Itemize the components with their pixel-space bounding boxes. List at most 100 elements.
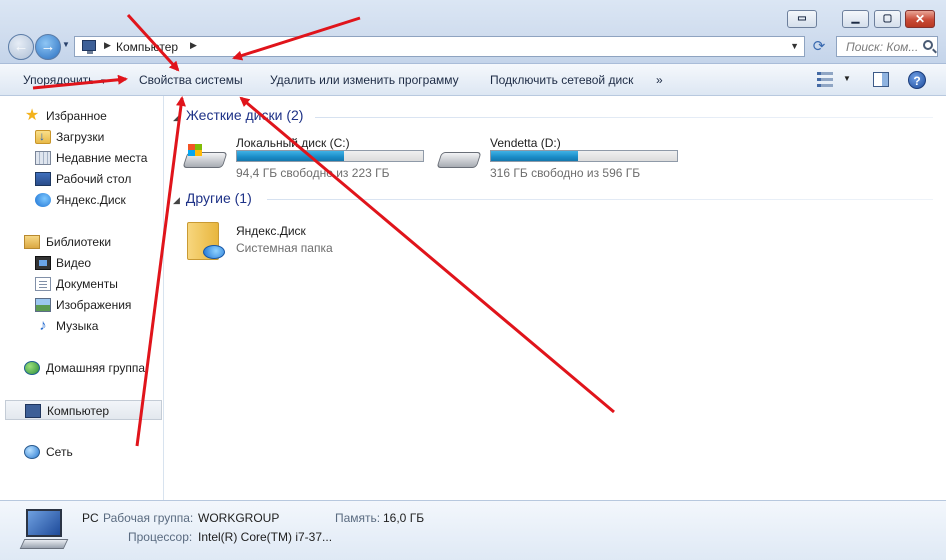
details-pane: PC Рабочая группа: WORKGROUP Память: 16,… bbox=[0, 500, 946, 560]
collapse-triangle-icon[interactable]: ◢ bbox=[173, 112, 180, 122]
breadcrumb-chevron-icon[interactable]: ▶ bbox=[190, 40, 197, 51]
sidebar-item-music[interactable]: ♪ Музыка bbox=[0, 316, 164, 336]
title-and-address-bar: ▭ ▁ ▢ ✕ ← → ▼ ▶ Компьютер ▶ ▼ ⟳ Поиск: К… bbox=[0, 0, 946, 64]
address-dropdown-icon[interactable]: ▼ bbox=[790, 41, 799, 51]
refresh-icon[interactable]: ⟳ bbox=[809, 37, 829, 57]
network-icon bbox=[24, 445, 40, 459]
preview-pane-icon[interactable] bbox=[873, 72, 889, 87]
search-icon[interactable] bbox=[923, 40, 933, 50]
recent-pages-dropdown-icon[interactable]: ▼ bbox=[62, 40, 72, 49]
item-description: Системная папка bbox=[236, 241, 333, 255]
address-bar[interactable]: ▶ Компьютер ▶ ▼ bbox=[74, 36, 805, 57]
system-properties-button[interactable]: Свойства системы bbox=[139, 73, 243, 87]
close-icon: ✕ bbox=[914, 12, 926, 26]
window-extra-button[interactable]: ▭ bbox=[787, 10, 817, 28]
sidebar-item-downloads[interactable]: Загрузки bbox=[0, 127, 164, 147]
maximize-icon: ▢ bbox=[882, 13, 893, 24]
star-icon: ★ bbox=[24, 107, 40, 124]
more-commands-button[interactable]: » bbox=[656, 73, 663, 87]
group-header-other[interactable]: ◢ Другие (1) bbox=[173, 190, 252, 206]
desktop-icon bbox=[35, 172, 51, 186]
search-placeholder: Поиск: Ком... bbox=[846, 40, 919, 54]
drive-free-space: 94,4 ГБ свободно из 223 ГБ bbox=[236, 166, 390, 180]
sidebar-item-libraries[interactable]: Библиотеки bbox=[0, 232, 164, 252]
memory-value: 16,0 ГБ bbox=[383, 511, 425, 525]
breadcrumb-chevron-icon[interactable]: ▶ bbox=[104, 40, 111, 51]
recent-places-icon bbox=[35, 151, 51, 165]
yandex-disk-item[interactable]: Яндекс.Диск Системная папка bbox=[183, 220, 433, 270]
collapse-triangle-icon[interactable]: ◢ bbox=[173, 195, 180, 205]
forward-button[interactable]: → bbox=[35, 34, 61, 60]
sidebar-item-label: Домашняя группа bbox=[46, 361, 146, 375]
drive-name: Vendetta (D:) bbox=[490, 136, 561, 150]
video-icon bbox=[35, 256, 51, 270]
sidebar-item-label: Видео bbox=[56, 256, 92, 270]
sidebar-item-label: Недавние места bbox=[56, 151, 148, 165]
sidebar-item-label: Загрузки bbox=[56, 130, 105, 144]
sidebar-item-documents[interactable]: Документы bbox=[0, 274, 164, 294]
sidebar-item-desktop[interactable]: Рабочий стол bbox=[0, 169, 164, 189]
breadcrumb-computer[interactable]: Компьютер bbox=[116, 40, 178, 54]
downloads-folder-icon bbox=[35, 129, 51, 144]
close-button[interactable]: ✕ bbox=[905, 10, 935, 28]
group-divider bbox=[315, 117, 933, 118]
sidebar-item-video[interactable]: Видео bbox=[0, 253, 164, 273]
group-divider bbox=[267, 199, 933, 200]
chevron-down-icon: ▼ bbox=[99, 77, 108, 86]
music-icon: ♪ bbox=[39, 317, 47, 334]
maximize-button[interactable]: ▢ bbox=[874, 10, 901, 28]
drive-item[interactable]: Vendetta (D:) 316 ГБ свободно из 596 ГБ bbox=[436, 136, 687, 182]
sidebar-item-yandex-disk[interactable]: Яндекс.Диск bbox=[0, 190, 164, 210]
drive-item[interactable]: Локальный диск (C:) 94,4 ГБ свободно из … bbox=[182, 136, 433, 182]
back-button[interactable]: ← bbox=[8, 34, 34, 60]
sidebar-item-label: Документы bbox=[56, 277, 118, 291]
view-options-dropdown-icon[interactable]: ▼ bbox=[843, 74, 851, 83]
help-icon[interactable]: ? bbox=[908, 71, 926, 89]
forward-arrow-icon: → bbox=[40, 38, 56, 55]
computer-icon bbox=[25, 404, 41, 418]
organize-label: Упорядочить bbox=[23, 73, 95, 87]
sidebar-item-label: Яндекс.Диск bbox=[56, 193, 126, 207]
workgroup-label: Рабочая группа: bbox=[103, 511, 194, 525]
item-name: Яндекс.Диск bbox=[236, 224, 306, 238]
sidebar-item-pictures[interactable]: Изображения bbox=[0, 295, 164, 315]
yandex-disk-icon bbox=[35, 193, 51, 207]
sidebar-item-label: Сеть bbox=[46, 445, 73, 459]
sidebar-item-label: Музыка bbox=[56, 319, 99, 333]
window-extra-icon: ▭ bbox=[797, 13, 807, 24]
sidebar-item-favorites[interactable]: ★ Избранное bbox=[0, 106, 164, 126]
back-arrow-icon: ← bbox=[13, 38, 29, 55]
drive-usage-bar bbox=[236, 150, 424, 162]
workgroup-value: WORKGROUP bbox=[198, 511, 280, 525]
file-list-pane: ◢ Жесткие диски (2) Локальный диск (C:) 9… bbox=[165, 96, 946, 500]
sidebar-item-computer[interactable]: Компьютер bbox=[5, 400, 162, 420]
search-input[interactable]: Поиск: Ком... bbox=[836, 36, 938, 57]
uninstall-program-button[interactable]: Удалить или изменить программу bbox=[270, 73, 459, 87]
sidebar-item-homegroup[interactable]: Домашняя группа bbox=[0, 358, 164, 378]
processor-value: Intel(R) Core(TM) i7-37... bbox=[198, 530, 333, 544]
map-network-drive-button[interactable]: Подключить сетевой диск bbox=[490, 73, 633, 87]
hard-drive-icon bbox=[436, 144, 482, 174]
drive-free-space: 316 ГБ свободно из 596 ГБ bbox=[490, 166, 641, 180]
documents-icon bbox=[35, 277, 51, 291]
drive-usage-fill bbox=[491, 151, 579, 161]
sidebar-item-label: Рабочий стол bbox=[56, 172, 132, 186]
group-header-hard-drives[interactable]: ◢ Жесткие диски (2) bbox=[173, 107, 303, 123]
change-view-icon[interactable] bbox=[817, 72, 833, 87]
command-bar: Упорядочить ▼ Свойства системы Удалить ил… bbox=[0, 64, 946, 96]
hard-drive-windows-icon bbox=[182, 144, 228, 174]
pictures-icon bbox=[35, 298, 51, 312]
sidebar-item-recent-places[interactable]: Недавние места bbox=[0, 148, 164, 168]
minimize-icon: ▁ bbox=[851, 13, 860, 24]
drive-usage-bar bbox=[490, 150, 678, 162]
sidebar-item-label: Библиотеки bbox=[46, 235, 112, 249]
minimize-button[interactable]: ▁ bbox=[842, 10, 869, 28]
sidebar-item-network[interactable]: Сеть bbox=[0, 442, 164, 462]
processor-label: Процессор: bbox=[128, 530, 193, 544]
libraries-icon bbox=[24, 235, 40, 249]
computer-icon bbox=[82, 40, 96, 54]
drive-name: Локальный диск (C:) bbox=[236, 136, 350, 150]
drive-usage-fill bbox=[237, 151, 345, 161]
organize-button[interactable]: Упорядочить ▼ bbox=[23, 73, 107, 87]
sidebar-item-label: Изображения bbox=[56, 298, 132, 312]
